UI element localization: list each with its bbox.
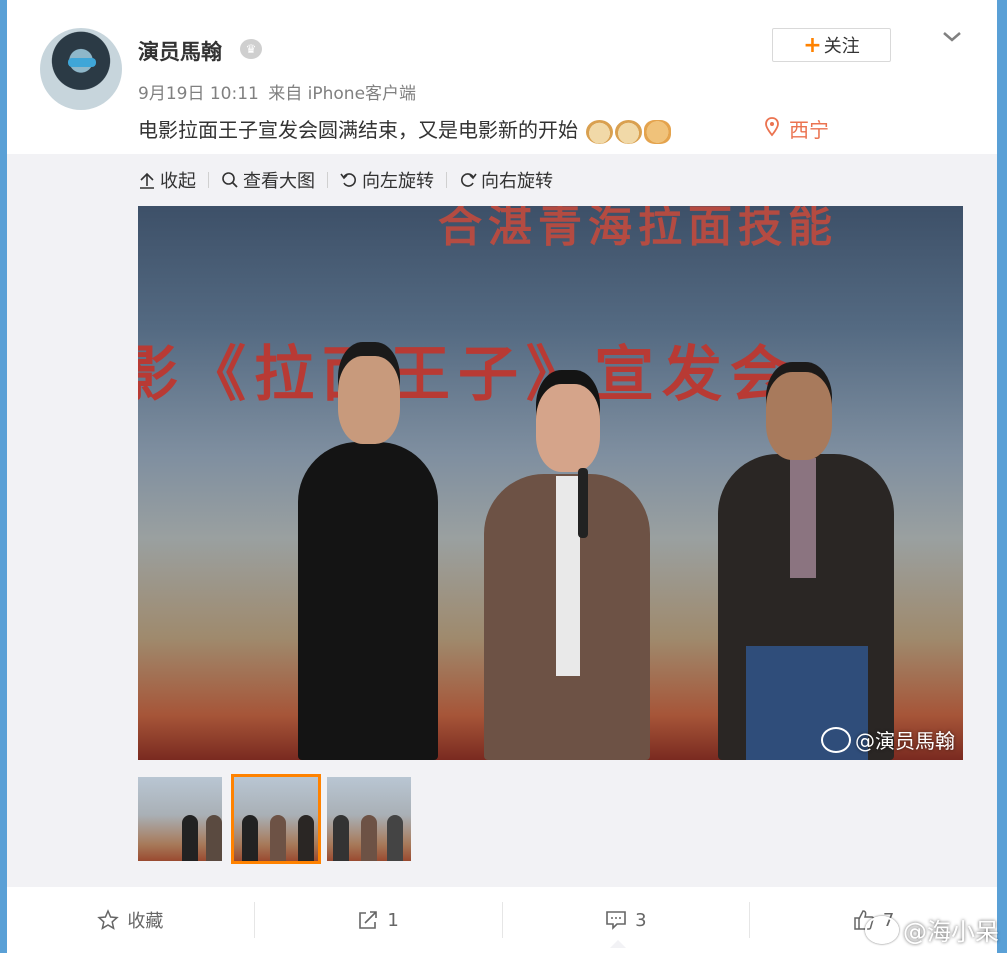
search-icon <box>222 172 238 188</box>
post-meta: 9月19日 10:11 来自 iPhone客户端 <box>138 79 420 104</box>
plus-icon: + <box>803 32 822 58</box>
location-pin-icon <box>765 117 779 142</box>
thumbnail-3[interactable] <box>327 777 411 861</box>
comment-button[interactable]: 3 <box>503 909 750 931</box>
follow-label: 关注 <box>823 36 860 57</box>
photo-banner-top: 合湛青海拉面技能 <box>438 206 838 252</box>
person-figure <box>338 356 400 444</box>
star-icon <box>97 909 120 930</box>
post-text: 电影拉面王子宣发会圆满结束，又是电影新的开始 <box>138 114 672 144</box>
collapse-button[interactable]: 收起 <box>138 167 196 193</box>
weibo-logo-icon <box>821 726 851 753</box>
view-large-label: 查看大图 <box>243 171 315 192</box>
page-watermark: @海小呆 <box>865 912 999 947</box>
image-toolbar: 收起 查看大图 向左旋转 向右旋转 <box>138 166 553 194</box>
thumbnail-1[interactable] <box>138 777 222 861</box>
post-body: 电影拉面王子宣发会圆满结束，又是电影新的开始 <box>138 118 578 142</box>
author-name[interactable]: 演员馬翰 <box>138 36 222 66</box>
comment-icon <box>606 911 626 930</box>
location-link[interactable]: 西宁 <box>765 114 829 143</box>
location-name: 西宁 <box>789 118 829 142</box>
handshake-emoji-icon <box>644 119 672 144</box>
chevron-down-icon[interactable] <box>937 22 967 52</box>
comment-count: 3 <box>635 909 647 931</box>
person-figure <box>298 442 438 760</box>
doge-emoji-icon <box>615 119 643 144</box>
collapse-label: 收起 <box>160 171 196 192</box>
microphone <box>578 468 588 538</box>
thumbnail-2[interactable] <box>231 774 321 864</box>
follow-button[interactable]: + 关注 <box>772 28 891 62</box>
post-source: 来自 iPhone客户端 <box>268 84 417 104</box>
photo-watermark: @演员馬翰 <box>821 725 955 754</box>
favorite-label: 收藏 <box>127 911 164 932</box>
person-figure <box>766 372 832 460</box>
repost-icon <box>359 911 378 929</box>
main-photo[interactable]: 合湛青海拉面技能 影《拉面王子》宣发会 @演员馬翰 <box>138 206 963 760</box>
rotate-right-label: 向右旋转 <box>481 171 553 192</box>
doge-emoji-icon <box>586 119 614 144</box>
rotate-right-icon <box>461 173 477 187</box>
rotate-left-label: 向左旋转 <box>362 171 434 192</box>
collapse-icon <box>140 172 154 189</box>
person-figure <box>536 384 600 472</box>
weibo-logo-icon <box>865 915 899 944</box>
view-large-button[interactable]: 查看大图 <box>221 167 315 193</box>
rotate-left-button[interactable]: 向左旋转 <box>340 167 434 193</box>
rotate-left-icon <box>340 173 356 187</box>
thumbnail-strip <box>138 774 420 864</box>
vip-icon: ♛ <box>240 39 262 59</box>
action-bar: 收藏 1 3 7 <box>7 887 997 953</box>
avatar[interactable] <box>40 28 122 110</box>
repost-button[interactable]: 1 <box>255 909 502 931</box>
rotate-right-button[interactable]: 向右旋转 <box>459 167 553 193</box>
weibo-post-card: 演员馬翰 ♛ 9月19日 10:11 来自 iPhone客户端 + 关注 电影拉… <box>7 0 997 953</box>
comment-caret <box>610 940 626 948</box>
post-time[interactable]: 9月19日 10:11 <box>138 84 259 104</box>
repost-count: 1 <box>387 909 399 931</box>
favorite-button[interactable]: 收藏 <box>7 907 254 933</box>
photo-banner-main: 影《拉面王子》宣发会 <box>138 340 798 410</box>
